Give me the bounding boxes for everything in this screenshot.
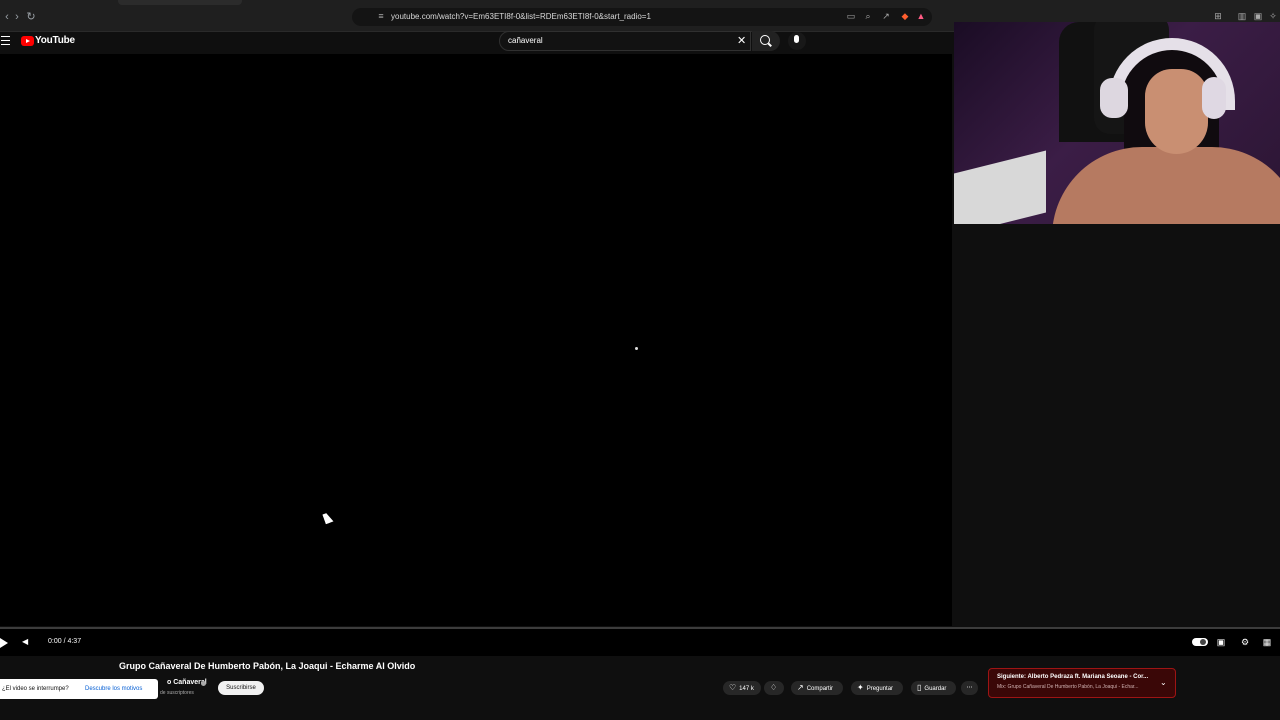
subscriber-count: de suscriptores [160, 690, 194, 696]
sidebar-icon[interactable]: ▥ [1237, 11, 1247, 21]
ask-label: Preguntar [866, 686, 894, 692]
next-video-subtitle: Mix: Grupo Cañaveral De Humberto Pabón, … [997, 684, 1139, 690]
menu-icon[interactable] [1, 36, 10, 45]
captions-icon[interactable]: ▣ [1216, 637, 1226, 647]
play-icon[interactable] [0, 638, 8, 648]
share-page-icon[interactable]: ↗ [881, 11, 891, 21]
time-display: 0:00 / 4:37 [48, 638, 82, 645]
share-label: Compartir [806, 686, 834, 692]
sparkle-icon: ✦ [857, 683, 864, 692]
video-title: Grupo Cañaveral De Humberto Pabón, La Jo… [119, 661, 416, 671]
headset-earcup-right [1202, 77, 1226, 119]
like-count: 147 k [739, 686, 754, 692]
subscribe-button[interactable]: Suscribirse [218, 681, 264, 695]
next-video-title[interactable]: Siguiente: Alberto Pedraza ft. Mariana S… [997, 674, 1148, 680]
reload-icon[interactable]: ↻ [24, 10, 38, 24]
brave-shield-icon[interactable]: ◆ [900, 11, 910, 21]
share-button[interactable]: ↗ Compartir [791, 681, 843, 695]
desk [954, 150, 1046, 224]
clear-search-icon[interactable]: ✕ [737, 34, 746, 47]
next-video-card[interactable] [988, 668, 1176, 698]
browser-tab[interactable] [118, 0, 242, 5]
chevron-down-icon[interactable]: ⌄ [1160, 678, 1167, 687]
site-settings-icon[interactable]: ≡ [376, 11, 386, 21]
youtube-logo-text[interactable]: YouTube [35, 35, 75, 46]
window-icon[interactable]: ▣ [1253, 11, 1263, 21]
search-value[interactable]: cañaveral [508, 36, 543, 45]
verified-badge-icon [201, 681, 206, 686]
shoulders [1052, 147, 1280, 224]
discover-reasons-link[interactable]: Descubre los motivos [85, 686, 142, 692]
headset-earcup-left [1100, 78, 1128, 118]
thumb-down-icon: ♢ [770, 683, 778, 692]
zoom-icon[interactable]: ⌕ [863, 11, 873, 21]
more-actions-button[interactable]: ⋯ [961, 681, 978, 695]
fullscreen-icon[interactable]: ▦ [1262, 637, 1272, 647]
mic-icon[interactable] [794, 35, 799, 43]
volume-icon[interactable]: ◀ [22, 638, 30, 646]
share-icon: ↗ [797, 683, 804, 692]
tab-search-icon[interactable]: ⊞ [1213, 11, 1223, 21]
save-label: Guardar [924, 686, 947, 692]
youtube-logo-icon[interactable] [21, 36, 34, 46]
cast-icon[interactable]: ▭ [846, 11, 856, 21]
dislike-button[interactable]: ♢ [764, 681, 784, 695]
settings-gear-icon[interactable]: ⚙ [1240, 637, 1250, 647]
autoplay-toggle[interactable] [1192, 638, 1208, 646]
search-icon[interactable] [760, 35, 770, 45]
youtube-header [0, 32, 952, 54]
brave-rewards-icon[interactable]: ▲ [916, 11, 926, 21]
video-player[interactable] [0, 54, 952, 626]
interrupt-text: ¿El video se interrumpe? [2, 686, 69, 692]
streamer-webcam [954, 22, 1280, 224]
loading-indicator [635, 347, 638, 350]
url-text[interactable]: youtube.com/watch?v=Em63ETI8f-0&list=RDE… [391, 12, 651, 21]
forward-icon[interactable]: › [10, 10, 24, 24]
player-controls [0, 629, 1280, 656]
save-button[interactable]: ▯ Guardar [911, 681, 956, 695]
extensions-icon[interactable]: ✧ [1268, 11, 1278, 21]
thumb-up-icon: ♡ [729, 683, 737, 692]
like-button[interactable]: ♡ 147 k [723, 681, 761, 695]
bookmark-icon: ▯ [917, 683, 922, 692]
ask-button[interactable]: ✦ Preguntar [851, 681, 903, 695]
